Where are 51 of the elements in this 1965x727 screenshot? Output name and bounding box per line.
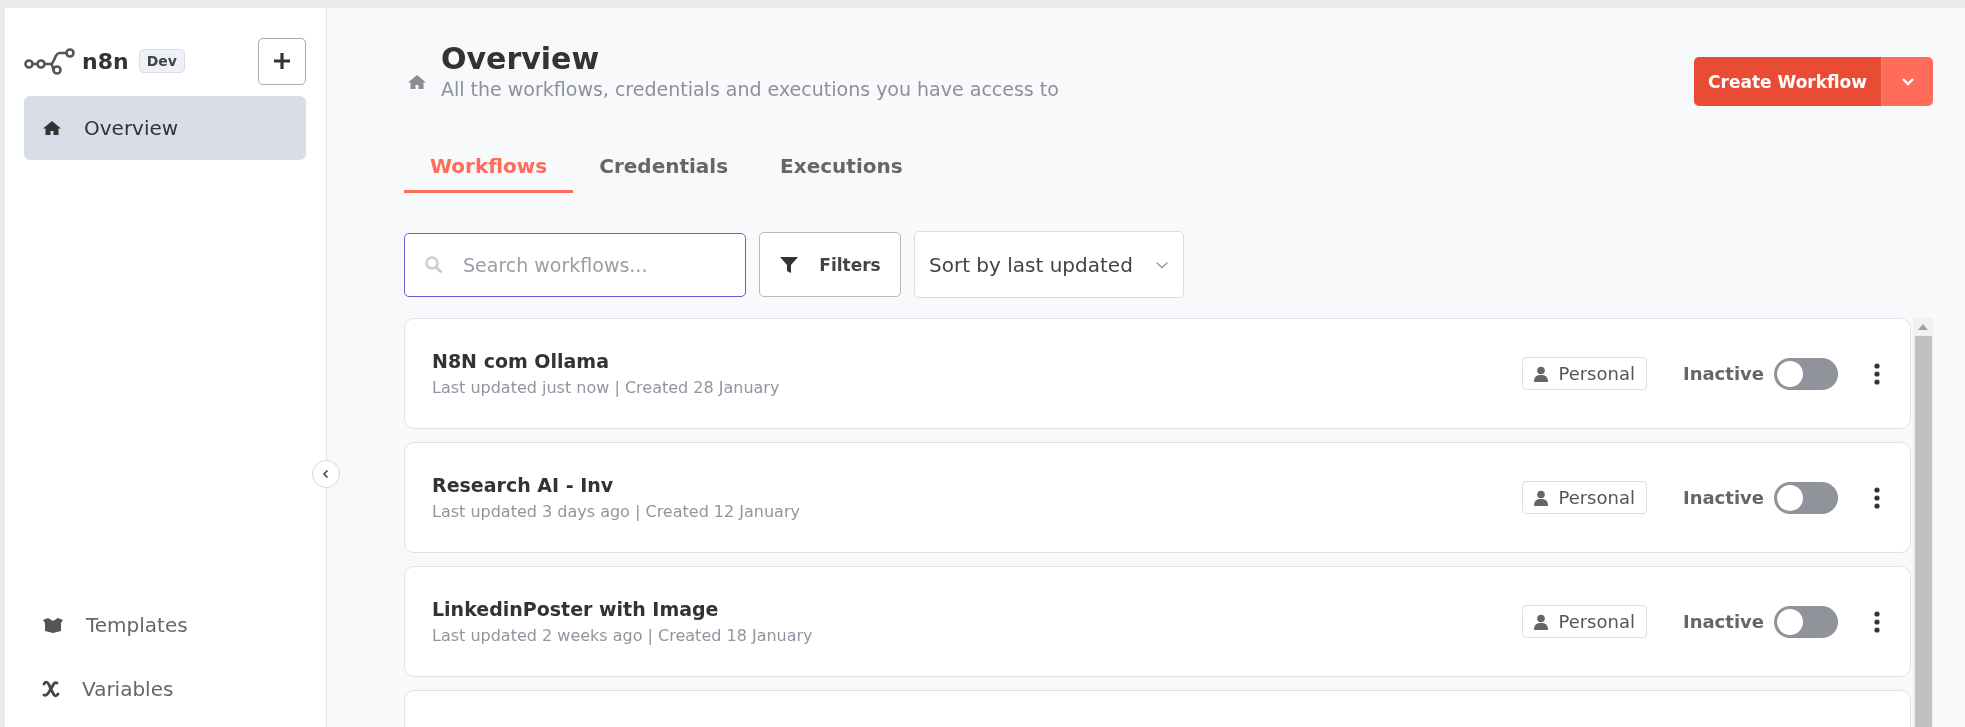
- workflow-meta: Last updated 3 days ago | Created 12 January: [432, 502, 800, 521]
- workflow-meta: Last updated just now | Created 28 January: [432, 378, 780, 397]
- status-label: Inactive: [1682, 611, 1764, 632]
- owner-badge: Personal: [1522, 605, 1647, 638]
- owner-badge: Personal: [1522, 481, 1647, 514]
- nav-item[interactable]: Templates: [24, 593, 306, 657]
- sort-dropdown[interactable]: Sort by last updated: [914, 231, 1184, 298]
- environment-badge: Dev: [138, 49, 185, 73]
- person-icon: [1534, 613, 1549, 630]
- scroll-up-icon[interactable]: [1918, 324, 1928, 330]
- tab[interactable]: Credentials: [573, 146, 755, 193]
- owner-badge: Personal: [1522, 357, 1647, 390]
- workflow-name: Research AI - Inv: [432, 474, 615, 496]
- active-toggle[interactable]: [1774, 481, 1838, 514]
- add-button[interactable]: [258, 37, 306, 85]
- more-icon[interactable]: [1874, 610, 1880, 633]
- logo-text: n8n: [82, 48, 129, 74]
- filter-icon: [779, 254, 800, 275]
- search-field[interactable]: Search workflows...: [404, 232, 746, 297]
- chevron-down-icon: [1901, 76, 1915, 87]
- workflow-card[interactable]: Research AI - Inv Last updated 3 days ago | Created 12 January Personal Inactive: [404, 442, 1911, 553]
- chevron-left-icon: [321, 469, 331, 479]
- search-icon: [424, 254, 444, 275]
- nav-item[interactable]: Variables: [24, 657, 306, 721]
- more-icon[interactable]: [1874, 362, 1880, 385]
- chevron-down-icon: [1154, 259, 1169, 270]
- workflow-name: N8N com Ollama: [432, 350, 610, 372]
- person-icon: [1534, 365, 1549, 382]
- more-icon[interactable]: [1874, 486, 1880, 509]
- status-label: Inactive: [1682, 363, 1764, 384]
- home-icon: [42, 120, 62, 136]
- workflow-name: LinkedinPoster with Image: [432, 598, 720, 620]
- workflow-card[interactable]: LinkedinPoster with Image Last updated 2 weeks ago | Created 18 January Personal Inactive: [404, 566, 1911, 677]
- home-icon: [407, 74, 427, 90]
- plus-icon: [272, 51, 292, 71]
- person-icon: [1534, 489, 1549, 506]
- workflow-card[interactable]: N8N com Ollama Last updated just now | Created 28 January Personal Inactive: [404, 318, 1911, 429]
- active-toggle[interactable]: [1774, 605, 1838, 638]
- create-workflow-button[interactable]: Create Workflow: [1694, 57, 1883, 106]
- box-icon: [42, 617, 64, 633]
- nav-item[interactable]: Overview: [24, 96, 306, 160]
- variable-icon: [42, 680, 60, 698]
- page-subtitle: All the workflows, credentials and executions you have access to: [441, 78, 1059, 100]
- filters-button[interactable]: Filters: [759, 232, 901, 297]
- logo-icon: [24, 47, 76, 75]
- tab[interactable]: Executions: [754, 146, 929, 193]
- page-title: Overview: [441, 40, 601, 78]
- workflow-meta: Last updated 2 weeks ago | Created 18 January: [432, 626, 813, 645]
- active-toggle[interactable]: [1774, 357, 1838, 390]
- collapse-button[interactable]: [312, 460, 340, 488]
- status-label: Inactive: [1682, 487, 1764, 508]
